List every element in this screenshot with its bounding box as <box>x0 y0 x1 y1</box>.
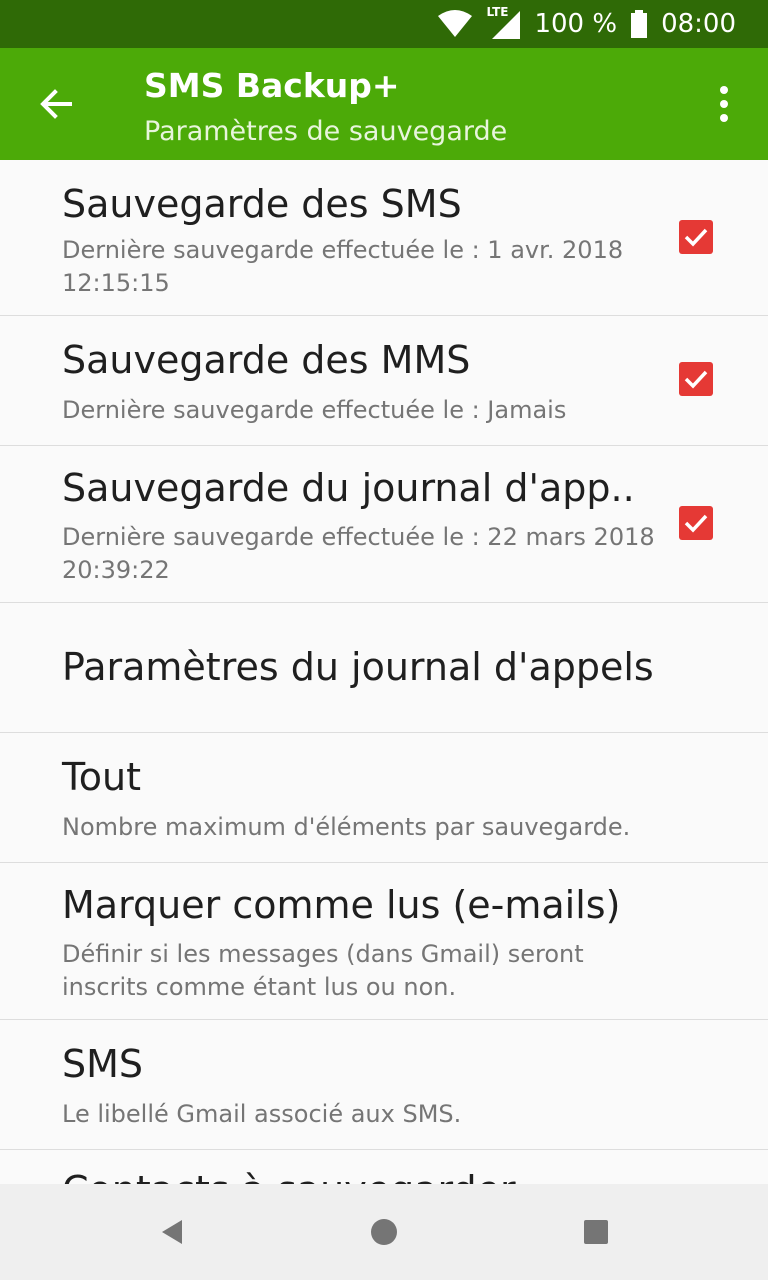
app-bar: SMS Backup+ Paramètres de sauvegarde <box>0 48 768 160</box>
pref-title: Sauvegarde du journal d'app.. <box>62 466 635 510</box>
pref-summary: Dernière sauvegarde effectuée le : 22 ma… <box>62 523 655 584</box>
pref-mark-read[interactable]: Marquer comme lus (e-mails) Définir si l… <box>0 863 768 1020</box>
recents-square-icon[interactable] <box>572 1208 620 1256</box>
calllog-backup-checkbox[interactable] <box>679 506 713 540</box>
pref-title: SMS <box>62 1042 144 1086</box>
pref-title: Sauvegarde des MMS <box>62 338 471 382</box>
mms-backup-checkbox[interactable] <box>679 362 713 396</box>
pref-title: Tout <box>62 755 141 799</box>
pref-summary: Définir si les messages (dans Gmail) ser… <box>62 940 584 1001</box>
settings-list: Sauvegarde des SMS Dernière sauvegarde e… <box>0 160 768 1184</box>
pref-title: Marquer comme lus (e-mails) <box>62 883 621 927</box>
check-icon <box>684 370 708 389</box>
pref-sms-label[interactable]: SMS Le libellé Gmail associé aux SMS. <box>0 1020 768 1150</box>
wifi-icon <box>438 10 473 37</box>
pref-calllog-settings[interactable]: Paramètres du journal d'appels <box>0 603 768 733</box>
more-vert-icon[interactable] <box>708 82 740 126</box>
pref-summary: Dernière sauvegarde effectuée le : Jamai… <box>62 396 567 424</box>
check-icon <box>684 514 708 533</box>
pref-max-items[interactable]: Tout Nombre maximum d'éléments par sauve… <box>0 733 768 863</box>
pref-summary: Nombre maximum d'éléments par sauvegarde… <box>62 813 631 841</box>
pref-backup-mms[interactable]: Sauvegarde des MMS Dernière sauvegarde e… <box>0 316 768 446</box>
pref-contacts-backup[interactable]: Contacts à sauvegarder <box>0 1150 768 1184</box>
battery-level: 100 % <box>534 9 618 39</box>
pref-title: Contacts à sauvegarder <box>62 1168 516 1184</box>
status-bar: LTE 100 % 08:00 <box>0 0 768 48</box>
pref-summary: Dernière sauvegarde effectuée le : 1 avr… <box>62 236 624 297</box>
back-triangle-icon[interactable] <box>148 1208 196 1256</box>
app-subtitle: Paramètres de sauvegarde <box>144 116 508 147</box>
pref-title: Paramètres du journal d'appels <box>62 645 654 689</box>
lte-signal-icon: LTE <box>486 5 521 39</box>
clock: 08:00 <box>661 9 736 39</box>
pref-title: Sauvegarde des SMS <box>62 182 462 226</box>
pref-backup-sms[interactable]: Sauvegarde des SMS Dernière sauvegarde e… <box>0 160 768 316</box>
pref-summary: Le libellé Gmail associé aux SMS. <box>62 1100 462 1128</box>
check-icon <box>684 228 708 247</box>
battery-icon <box>631 10 648 38</box>
pref-backup-calllog[interactable]: Sauvegarde du journal d'app.. Dernière s… <box>0 446 768 603</box>
home-circle-icon[interactable] <box>360 1208 408 1256</box>
navigation-bar <box>0 1184 768 1280</box>
arrow-back-icon[interactable] <box>36 84 76 124</box>
app-title: SMS Backup+ <box>144 66 400 105</box>
sms-backup-checkbox[interactable] <box>679 220 713 254</box>
